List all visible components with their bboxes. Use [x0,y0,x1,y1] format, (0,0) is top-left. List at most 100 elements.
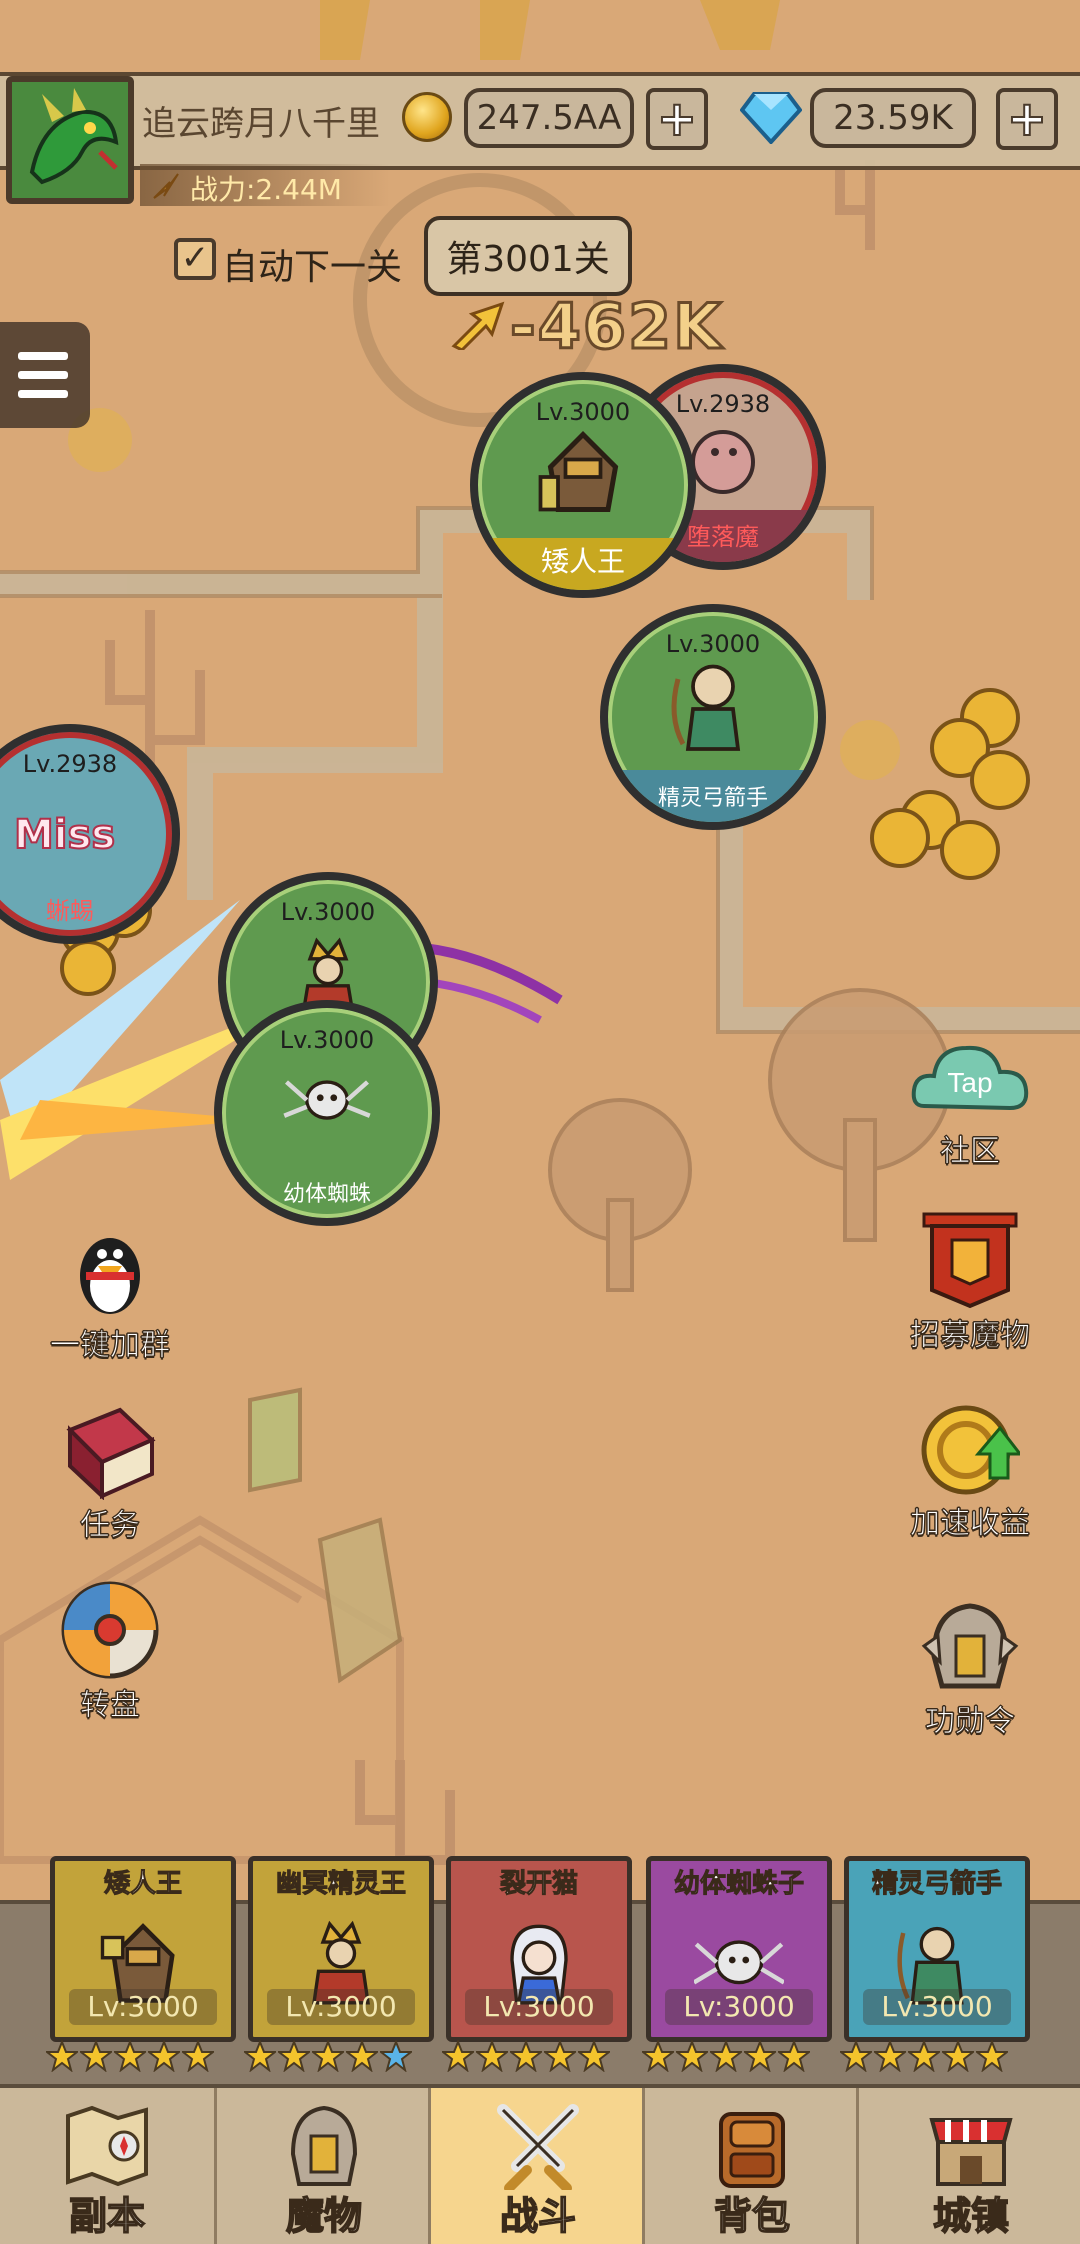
elf-archer-figure [671,665,741,752]
team-card-name: 幽冥精灵王 [275,1869,406,1900]
team-card-dwarf-king[interactable]: 矮人王 Lv:3000 [50,1856,236,2042]
star-icon [442,2040,474,2072]
star-icon [476,2040,508,2072]
team-card-level: Lv:3000 [267,1989,415,2025]
star-icon [380,2040,412,2072]
nav-town[interactable]: 城镇 [856,2088,1080,2244]
team-card-split-cat[interactable]: 裂开猫 Lv:3000 [446,1856,632,2042]
book-icon [66,1407,156,1501]
star-icon [710,2040,742,2072]
side-button-label: 转盘 [80,1688,141,1724]
team-card-name: 精灵弓箭手 [871,1869,1002,1900]
gold-amount: 247.5AA [464,88,634,148]
side-button-label: 一键加群 [50,1328,171,1364]
monster-level: Lv.3000 [279,1026,375,1054]
hero-monster-elf-archer[interactable]: Lv.3000 精灵弓箭手 [600,604,826,830]
team-stars-0 [46,2040,214,2074]
monster-name: 幼体蜘蛛 [282,1182,371,1207]
nav-backpack[interactable]: 背包 [642,2088,859,2244]
monster-level: Lv.3000 [280,898,376,926]
star-icon [874,2040,906,2072]
diamond-amount: 23.59K [810,88,976,148]
star-icon [346,2040,378,2072]
star-icon [642,2040,674,2072]
hero-monster-dwarf-king[interactable]: Lv.3000 矮人王 [470,372,696,598]
star-icon [778,2040,810,2072]
nav-dungeon[interactable]: 副本 [0,2088,214,2244]
auto-next-label: 自动下一关 [222,247,403,288]
power-value: 战力:2.44M [190,173,342,206]
menu-icon [18,352,68,360]
auto-next-checkbox[interactable]: ✓ [174,238,216,280]
monster-name: 矮人王 [540,545,625,578]
hero-monster-baby-spider[interactable]: Lv.3000 幼体蜘蛛 [214,1000,440,1226]
star-icon [182,2040,214,2072]
damage-icon [451,301,505,350]
monster-helmet-icon [290,2105,358,2186]
star-icon [278,2040,310,2072]
coin-boost-icon [921,1405,1024,1495]
banner-icon [922,1212,1018,1309]
damage-number: -462K [508,289,724,365]
star-icon [942,2040,974,2072]
wheel-button[interactable]: 转盘 [40,1580,180,1724]
add-diamond-button[interactable]: + [996,88,1058,150]
player-name: 追云跨月八千里 [142,104,380,144]
team-stars-2 [442,2040,610,2074]
baby-spider-figure [283,1080,371,1121]
nav-battle[interactable]: 战斗 [428,2088,645,2244]
community-button[interactable]: Tap 社区 [900,1026,1040,1170]
nav-label: 背包 [713,2193,791,2239]
quest-button[interactable]: 任务 [40,1400,180,1544]
merit-token-button[interactable]: 功勋令 [900,1596,1040,1740]
miss-indicator: Miss [13,811,116,859]
team-card-name: 裂开猫 [499,1869,578,1900]
speed-up-income-button[interactable]: 加速收益 [900,1398,1040,1542]
star-icon [80,2040,112,2072]
crossed-swords-icon [497,2104,579,2190]
star-icon [244,2040,276,2072]
monster-name: 精灵弓箭手 [657,786,768,811]
monster-name: 蜥蜴 [46,897,94,925]
shop-icon [929,2118,1013,2186]
star-icon [46,2040,78,2072]
team-card-level: Lv:3000 [665,1989,813,2025]
team-stars-1 [244,2040,412,2074]
team-card-dark-elf-king[interactable]: 幽冥精灵王 Lv:3000 [248,1856,434,2042]
star-icon [976,2040,1008,2072]
team-card-level: Lv:3000 [465,1989,613,2025]
team-card-baby-spider[interactable]: 幼体蜘蛛子 Lv:3000 [646,1856,832,2042]
recruit-monster-button[interactable]: 招募魔物 [900,1210,1040,1354]
game-screen: 追云跨月八千里 247.5AA + 23.59K + 战力:2.44M ✓ 自动… [0,0,1080,2244]
team-stars-4 [840,2040,1008,2074]
diamond-icon [740,92,802,144]
star-icon [840,2040,872,2072]
nav-label: 魔物 [285,2193,363,2239]
star-icon [544,2040,576,2072]
helmet-icon [921,1603,1019,1689]
nav-label: 副本 [68,2193,146,2239]
player-avatar[interactable] [6,76,134,204]
star-icon [744,2040,776,2072]
join-group-button[interactable]: 一键加群 [40,1220,180,1364]
stage-number: 第3001关 [424,216,632,296]
penguin-icon [80,1238,140,1314]
menu-button[interactable] [0,322,90,428]
tap-cloud-icon: Tap [911,1045,1029,1111]
team-card-name: 矮人王 [103,1869,182,1900]
wheel-icon [61,1581,159,1679]
team-card-elf-archer[interactable]: 精灵弓箭手 Lv:3000 [844,1856,1030,2042]
nav-monsters[interactable]: 魔物 [214,2088,431,2244]
team-stars-3 [642,2040,810,2074]
power-icon [153,173,179,199]
star-icon [114,2040,146,2072]
star-icon [148,2040,180,2072]
side-button-label: 社区 [940,1134,1001,1170]
star-icon [510,2040,542,2072]
add-gold-button[interactable]: + [646,88,708,150]
dwarf-king-figure [538,431,619,513]
side-button-label: 任务 [80,1508,141,1544]
side-button-label: 功勋令 [925,1704,1016,1740]
nav-label: 城镇 [932,2193,1010,2239]
team-card-level: Lv:3000 [863,1989,1011,2025]
